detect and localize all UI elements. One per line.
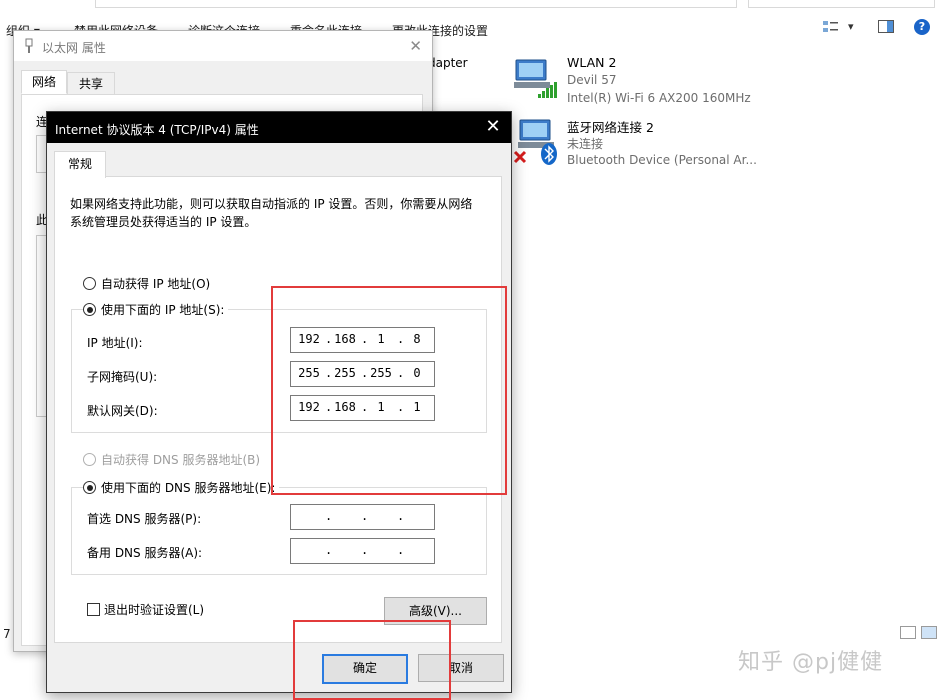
subnet-mask-input[interactable]: 255 . 255 . 255 . 0 bbox=[290, 361, 435, 387]
close-button[interactable]: ✕ bbox=[483, 117, 503, 137]
dialog-title: Internet 协议版本 4 (TCP/IPv4) 属性 bbox=[55, 123, 259, 137]
ethernet-close-button[interactable]: ✕ bbox=[409, 37, 422, 55]
gateway-input[interactable]: 192 . 168 . 1 . 1 bbox=[290, 395, 435, 421]
octet-1[interactable]: 192 bbox=[295, 332, 323, 346]
checkbox-box bbox=[87, 603, 100, 616]
view-options-icon[interactable] bbox=[822, 20, 840, 34]
tiles-view-icon[interactable] bbox=[921, 626, 937, 639]
auto-dns-radio[interactable]: 自动获得 DNS 服务器地址(B) bbox=[83, 451, 260, 468]
radio-circle bbox=[83, 277, 96, 290]
preview-pane-icon[interactable] bbox=[878, 20, 894, 33]
octet-2[interactable]: 168 bbox=[331, 332, 359, 346]
octet-1[interactable]: 255 bbox=[295, 366, 323, 380]
alternate-dns-input[interactable]: . . . bbox=[290, 538, 435, 564]
ethernet-icon bbox=[23, 38, 35, 54]
connection-name: WLAN 2 bbox=[567, 55, 617, 70]
connection-device: Bluetooth Device (Personal Ar... bbox=[567, 153, 757, 167]
help-icon[interactable]: ? bbox=[914, 19, 930, 35]
manual-ip-radio[interactable]: 使用下面的 IP 地址(S): bbox=[83, 301, 229, 318]
validate-on-exit-checkbox[interactable]: 退出时验证设置(L) bbox=[87, 601, 204, 618]
octet-2[interactable]: 255 bbox=[331, 366, 359, 380]
adapter-partial-label: dapter bbox=[428, 56, 468, 70]
radio-circle bbox=[83, 303, 96, 316]
octet-3[interactable]: 1 bbox=[367, 332, 395, 346]
bluetooth-adapter-icon bbox=[512, 116, 558, 165]
octet-1[interactable]: 192 bbox=[295, 400, 323, 414]
ethernet-title-bar: 以太网 属性 ✕ bbox=[14, 31, 432, 61]
preferred-dns-input[interactable]: . . . bbox=[290, 504, 435, 530]
octet-4[interactable]: 1 bbox=[403, 400, 431, 414]
auto-dns-label: 自动获得 DNS 服务器地址(B) bbox=[101, 453, 261, 467]
intro-text: 如果网络支持此功能，则可以获取自动指派的 IP 设置。否则，你需要从网络系统管理… bbox=[70, 197, 473, 229]
ip-address-label: IP 地址(I): bbox=[87, 336, 143, 350]
cancel-button[interactable]: 取消 bbox=[418, 654, 504, 682]
manual-dns-radio[interactable]: 使用下面的 DNS 服务器地址(E): bbox=[83, 479, 280, 496]
octet-4[interactable]: 8 bbox=[403, 332, 431, 346]
wifi-adapter-icon bbox=[512, 54, 558, 98]
tab-network[interactable]: 网络 bbox=[21, 70, 67, 94]
manual-ip-label: 使用下面的 IP 地址(S): bbox=[101, 303, 225, 317]
alternate-dns-label: 备用 DNS 服务器(A): bbox=[87, 546, 203, 560]
validate-label: 退出时验证设置(L) bbox=[104, 603, 205, 617]
connection-status: 未连接 bbox=[567, 137, 604, 151]
address-bar[interactable] bbox=[95, 0, 737, 8]
gateway-label: 默认网关(D): bbox=[87, 404, 158, 418]
connection-device: Intel(R) Wi-Fi 6 AX200 160MHz bbox=[567, 91, 751, 105]
octet-3[interactable]: 255 bbox=[367, 366, 395, 380]
ipv4-title-bar: Internet 协议版本 4 (TCP/IPv4) 属性 ✕ bbox=[47, 112, 511, 143]
view-dropdown-icon[interactable]: ▾ bbox=[848, 20, 854, 33]
advanced-button[interactable]: 高级(V)... bbox=[384, 597, 487, 625]
radio-circle bbox=[83, 453, 96, 466]
ok-button[interactable]: 确定 bbox=[322, 654, 408, 684]
ip-address-input[interactable]: 192 . 168 . 1 . 8 bbox=[290, 327, 435, 353]
octet-2[interactable]: 168 bbox=[331, 400, 359, 414]
connection-bluetooth[interactable]: 蓝牙网络连接 2 未连接 Bluetooth Device (Personal … bbox=[512, 116, 772, 172]
preferred-dns-label: 首选 DNS 服务器(P): bbox=[87, 512, 202, 526]
search-box[interactable] bbox=[748, 0, 935, 8]
connection-name: 蓝牙网络连接 2 bbox=[567, 120, 654, 135]
ethernet-title: 以太网 属性 bbox=[42, 41, 106, 55]
tab-general[interactable]: 常规 bbox=[54, 151, 106, 178]
details-view-icon[interactable] bbox=[900, 626, 916, 639]
connection-status: Devil 57 bbox=[567, 73, 617, 87]
manual-dns-label: 使用下面的 DNS 服务器地址(E): bbox=[101, 481, 276, 495]
octet-4[interactable]: 0 bbox=[403, 366, 431, 380]
connection-wlan[interactable]: WLAN 2 Devil 57 Intel(R) Wi-Fi 6 AX200 1… bbox=[512, 54, 772, 110]
subnet-mask-label: 子网掩码(U): bbox=[87, 370, 158, 384]
auto-ip-label: 自动获得 IP 地址(O) bbox=[101, 277, 211, 291]
tab-sharing[interactable]: 共享 bbox=[67, 72, 115, 96]
auto-ip-radio[interactable]: 自动获得 IP 地址(O) bbox=[83, 275, 210, 292]
ipv4-properties-dialog: Internet 协议版本 4 (TCP/IPv4) 属性 ✕ 常规 如果网络支… bbox=[46, 111, 512, 693]
watermark: 知乎 @pj健健 bbox=[738, 650, 884, 675]
radio-circle bbox=[83, 481, 96, 494]
general-tab-panel: 如果网络支持此功能，则可以获取自动指派的 IP 设置。否则，你需要从网络系统管理… bbox=[54, 176, 502, 643]
octet-3[interactable]: 1 bbox=[367, 400, 395, 414]
